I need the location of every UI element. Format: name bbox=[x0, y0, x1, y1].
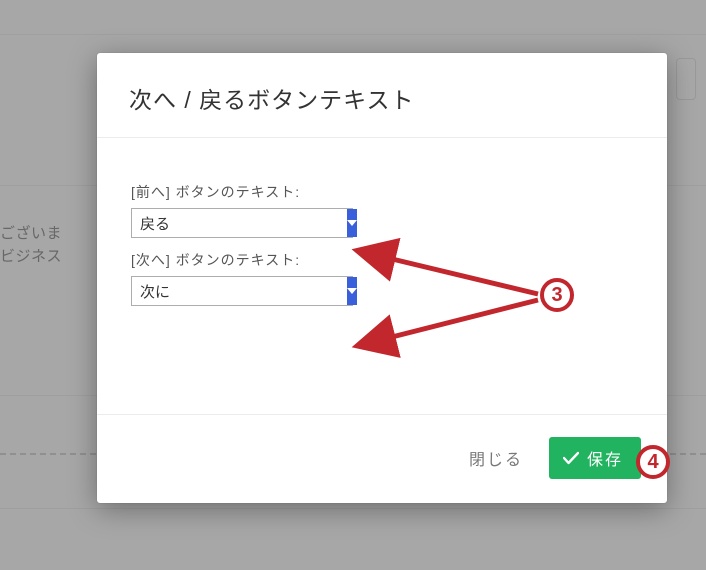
prev-button-text-label: [前へ] ボタンのテキスト: bbox=[131, 182, 633, 202]
modal-footer: 閉じる 保存 bbox=[97, 414, 667, 503]
check-icon bbox=[563, 451, 579, 465]
save-button[interactable]: 保存 bbox=[549, 437, 641, 479]
prev-button-text-combobox[interactable] bbox=[131, 208, 353, 238]
chevron-down-icon bbox=[347, 288, 357, 294]
next-button-text-field: [次へ] ボタンのテキスト: bbox=[131, 250, 633, 306]
next-button-text-input[interactable] bbox=[132, 277, 347, 305]
modal-header: 次へ / 戻るボタンテキスト bbox=[97, 53, 667, 138]
next-button-text-combobox[interactable] bbox=[131, 276, 353, 306]
next-button-text-label: [次へ] ボタンのテキスト: bbox=[131, 250, 633, 270]
modal-body: [前へ] ボタンのテキスト: [次へ] ボタンのテキスト: bbox=[97, 138, 667, 414]
prev-button-text-field: [前へ] ボタンのテキスト: bbox=[131, 182, 633, 238]
close-button[interactable]: 閉じる bbox=[469, 446, 523, 470]
button-text-modal: 次へ / 戻るボタンテキスト [前へ] ボタンのテキスト: [次へ] ボタンのテ… bbox=[97, 53, 667, 503]
modal-title: 次へ / 戻るボタンテキスト bbox=[129, 81, 635, 115]
prev-button-text-dropdown-trigger[interactable] bbox=[347, 209, 357, 237]
prev-button-text-input[interactable] bbox=[132, 209, 347, 237]
save-button-label: 保存 bbox=[587, 446, 623, 470]
next-button-text-dropdown-trigger[interactable] bbox=[347, 277, 357, 305]
chevron-down-icon bbox=[347, 220, 357, 226]
